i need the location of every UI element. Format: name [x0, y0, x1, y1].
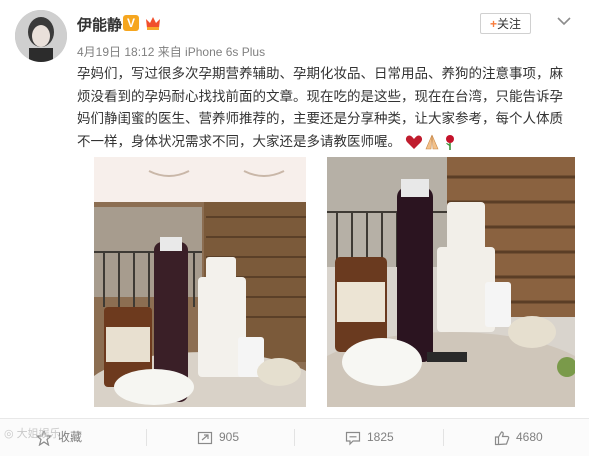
chevron-down-icon[interactable] [556, 15, 572, 27]
post-image-1[interactable] [94, 157, 306, 407]
verified-badge-icon: V [123, 15, 139, 31]
avatar[interactable] [15, 10, 67, 62]
collect-label: 收藏 [58, 430, 83, 444]
post-body: 孕妈们，写过很多次孕期营养辅助、孕期化妆品、日常用品、养狗的注意事项，麻烦没看到… [77, 63, 575, 153]
post-image-2[interactable] [327, 157, 575, 407]
post-meta[interactable]: 4月19日 18:12 来自 iPhone 6s Plus [77, 43, 265, 60]
pray-icon [425, 134, 439, 150]
follow-button[interactable]: +关注 [480, 13, 531, 34]
rose-icon [445, 134, 454, 150]
thumbs-up-icon [494, 431, 510, 445]
like-count: 4680 [516, 430, 543, 444]
comment-icon [345, 431, 361, 446]
user-name[interactable]: 伊能静 [77, 14, 122, 35]
repost-count: 905 [219, 430, 240, 444]
divider [294, 429, 295, 446]
comment-count: 1825 [367, 430, 394, 444]
action-bar: 收藏 905 1825 4680 [0, 418, 589, 456]
watermark: ◎ 大姐娱乐 [4, 428, 61, 440]
follow-plus-icon: + [489, 17, 497, 31]
like-button[interactable]: 4680 [494, 419, 543, 456]
repost-icon [197, 431, 213, 444]
follow-label: 关注 [497, 17, 522, 31]
divider [443, 429, 444, 446]
divider [146, 429, 147, 446]
member-crown-icon[interactable] [144, 15, 162, 31]
repost-button[interactable]: 905 [197, 419, 239, 456]
comment-button[interactable]: 1825 [345, 419, 394, 456]
watermark-text: 大姐娱乐 [16, 428, 61, 440]
post-text: 孕妈们，写过很多次孕期营养辅助、孕期化妆品、日常用品、养狗的注意事项，麻烦没看到… [77, 66, 563, 149]
heart-icon [405, 135, 422, 149]
